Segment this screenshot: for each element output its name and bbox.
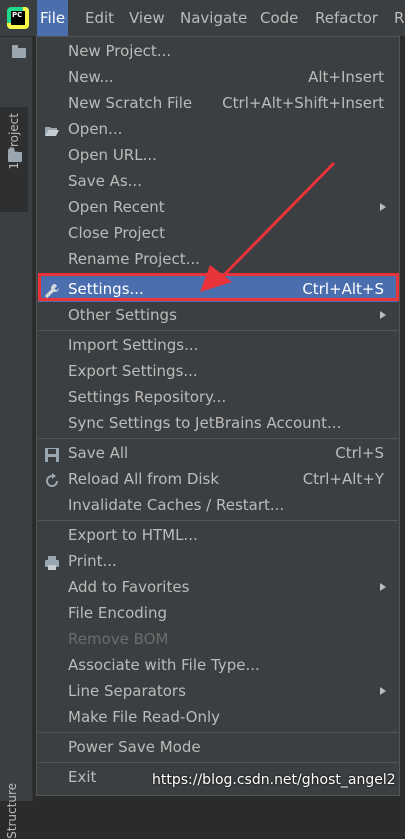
menu-item-shortcut: Ctrl+S [335,444,384,462]
menu-item-shortcut: Alt+Insert [308,68,384,86]
watermark-text: https://blog.csdn.net/ghost_angel2 [152,772,396,788]
menu-item-label: Power Save Mode [68,738,201,756]
menu-item-add-to-favorites[interactable]: Add to Favorites [38,574,398,600]
folder-icon [12,45,26,58]
menu-item-shortcut: Ctrl+Alt+Y [302,470,384,488]
menu-run[interactable]: R [391,0,405,36]
menu-item-label: Reload All from Disk [68,470,220,488]
menu-item-label: Open... [68,120,123,138]
menu-view[interactable]: View [126,0,168,36]
structure-tab-label: Structure [5,783,19,839]
file-dropdown-menu: New Project... New... Alt+Insert New Scratc… [36,36,400,796]
menu-item-reload-all-from-disk[interactable]: Reload All from Disk Ctrl+Alt+Y [38,466,398,492]
menu-item-new-project[interactable]: New Project... [38,38,398,64]
menu-item-label: Export Settings... [68,362,198,380]
menu-item-label: Line Separators [68,682,186,700]
menu-bar: PC File Edit View Navigate Code Refactor… [0,0,405,37]
menu-item-settings-repository[interactable]: Settings Repository... [38,384,398,410]
menu-item-open-recent[interactable]: Open Recent [38,194,398,220]
menu-item-shortcut: Ctrl+Alt+Shift+Insert [222,94,384,112]
menu-item-file-encoding[interactable]: File Encoding [38,600,398,626]
submenu-arrow-icon [380,311,386,319]
menu-item-label: New... [68,68,114,86]
pycharm-logo-icon: PC [7,7,29,29]
folder-open-icon [44,121,60,137]
menu-item-label: Print... [68,552,117,570]
menu-item-label: New Scratch File [68,94,193,112]
menu-item-sync-settings-to-jetbrains-account[interactable]: Sync Settings to JetBrains Account... [38,410,398,436]
menu-edit[interactable]: Edit [82,0,117,36]
menu-item-label: Remove BOM [68,630,169,648]
menu-refactor[interactable]: Refactor [312,0,381,36]
app-logo-text: PC [11,11,25,25]
structure-tool-tab[interactable]: Structure [0,781,28,839]
menu-item-label: Import Settings... [68,336,199,354]
menu-separator [38,520,398,521]
menu-item-save-as[interactable]: Save As... [38,168,398,194]
menu-code[interactable]: Code [257,0,301,36]
folder-icon [8,149,22,162]
menu-item-other-settings[interactable]: Other Settings [38,302,398,328]
menu-item-label: File Encoding [68,604,167,622]
menu-item-label: Save All [68,444,129,462]
menu-item-remove-bom: Remove BOM [38,626,398,652]
menu-item-label: Rename Project... [68,250,200,268]
menu-item-rename-project[interactable]: Rename Project... [38,246,398,272]
wrench-icon [44,281,60,298]
menu-item-print[interactable]: Print... [38,548,398,574]
menu-item-label: Make File Read-Only [68,708,221,726]
printer-icon [44,553,60,570]
reload-icon [44,471,60,487]
menu-item-label: New Project... [68,42,172,60]
menu-item-label: Add to Favorites [68,578,190,596]
menu-item-shortcut: Ctrl+Alt+S [302,280,384,298]
menu-item-invalidate-caches-restart[interactable]: Invalidate Caches / Restart... [38,492,398,518]
menu-item-label: Associate with File Type... [68,656,260,674]
save-icon [44,445,60,462]
menu-item-label: Export to HTML... [68,526,198,544]
menu-item-close-project[interactable]: Close Project [38,220,398,246]
menu-separator [38,330,398,331]
menu-item-label: Open Recent [68,198,165,216]
menu-item-settings[interactable]: Settings... Ctrl+Alt+S [38,276,398,302]
menu-item-open[interactable]: Open... [38,116,398,142]
menu-item-open-url[interactable]: Open URL... [38,142,398,168]
submenu-arrow-icon [380,687,386,695]
menu-separator [38,732,398,733]
menu-item-export-settings[interactable]: Export Settings... [38,358,398,384]
left-tool-strip: 1: Project Structure [0,37,33,839]
menu-item-label: Save As... [68,172,142,190]
menu-item-line-separators[interactable]: Line Separators [38,678,398,704]
menu-item-make-file-read-only[interactable]: Make File Read-Only [38,704,398,730]
menu-item-save-all[interactable]: Save All Ctrl+S [38,440,398,466]
menu-item-associate-with-file-type[interactable]: Associate with File Type... [38,652,398,678]
submenu-arrow-icon [380,203,386,211]
menu-item-label: Invalidate Caches / Restart... [68,496,285,514]
menu-item-power-save-mode[interactable]: Power Save Mode [38,734,398,760]
menu-separator [38,274,398,275]
menu-item-label: Exit [68,768,97,786]
menu-item-label: Settings... [68,280,144,298]
menu-item-new-scratch-file[interactable]: New Scratch File Ctrl+Alt+Shift+Insert [38,90,398,116]
submenu-arrow-icon [380,583,386,591]
menu-navigate[interactable]: Navigate [177,0,250,36]
menu-item-label: Settings Repository... [68,388,227,406]
menu-item-label: Other Settings [68,306,177,324]
menu-item-new[interactable]: New... Alt+Insert [38,64,398,90]
menu-item-label: Sync Settings to JetBrains Account... [68,414,342,432]
menu-item-label: Close Project [68,224,165,242]
menu-separator [38,762,398,763]
menu-item-import-settings[interactable]: Import Settings... [38,332,398,358]
menu-item-export-to-html[interactable]: Export to HTML... [38,522,398,548]
menu-file[interactable]: File [37,0,69,36]
menu-item-label: Open URL... [68,146,157,164]
menu-separator [38,438,398,439]
